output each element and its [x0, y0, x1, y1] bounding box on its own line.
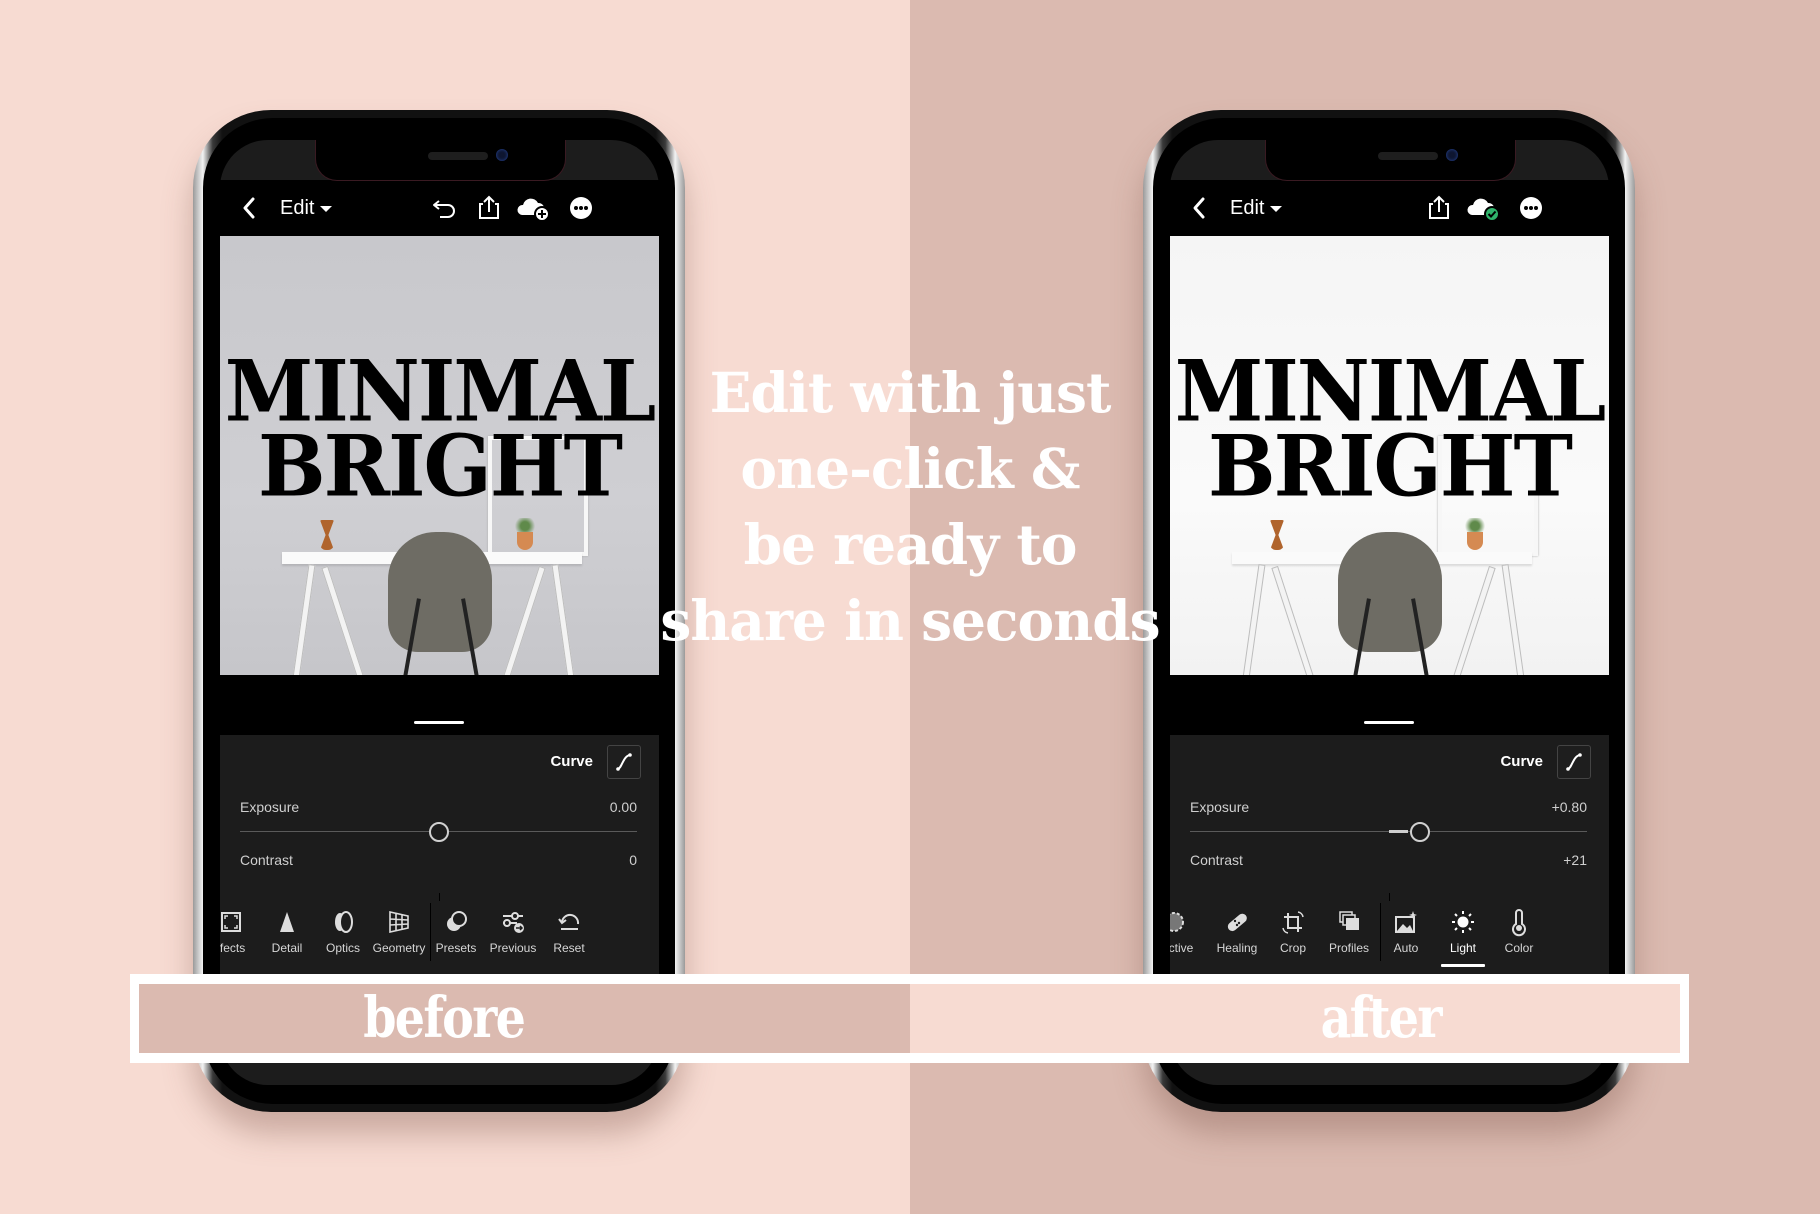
desk-leg: [551, 564, 576, 675]
exposure-value: 0.00: [609, 799, 637, 815]
undo-button[interactable]: [430, 193, 460, 223]
color-icon: [1512, 909, 1526, 937]
cloud-synced-icon: [1467, 198, 1500, 222]
contrast-value: 0: [629, 852, 637, 868]
curve-label: Curve: [550, 753, 593, 770]
reset-icon: [558, 913, 580, 930]
headline: Edit with just one-click & be ready to s…: [660, 355, 1160, 659]
exposure-label: Exposure: [1190, 799, 1250, 815]
curve-button[interactable]: [1557, 745, 1591, 779]
share-icon: [1429, 195, 1449, 219]
photo-title-line2: BRIGHT: [258, 416, 623, 516]
screen: Edit MINIMAL BRIGHT Curve Exposure 0.00 …: [220, 140, 659, 1085]
phone-after: Edit MINIMAL BRIGHT Curve Exposure +0.80…: [1143, 110, 1635, 1112]
edit-mode-dropdown[interactable]: Edit: [280, 195, 333, 221]
cloud-sync-button[interactable]: [1466, 193, 1502, 223]
contrast-slider-center-tick: [439, 893, 440, 901]
exposure-slider-fill: [1388, 830, 1409, 833]
headline-line: Edit with just: [709, 360, 1112, 425]
caret-down-icon: [320, 205, 333, 212]
tool-label: Reset: [553, 941, 585, 955]
contrast-slider-center-tick: [1389, 893, 1390, 901]
more-button[interactable]: [1516, 193, 1546, 223]
front-camera: [1446, 149, 1458, 161]
panel-drag-handle[interactable]: [414, 721, 464, 724]
photo-preview[interactable]: MINIMAL BRIGHT: [220, 236, 659, 675]
before-label: before: [363, 985, 526, 1051]
undo-icon: [433, 200, 455, 218]
curve-label: Curve: [1500, 753, 1543, 770]
headline-line: be ready to: [743, 512, 1078, 577]
photo-preview[interactable]: MINIMAL BRIGHT: [1170, 236, 1609, 675]
share-button[interactable]: [474, 193, 504, 223]
front-camera: [496, 149, 508, 161]
speaker: [1378, 152, 1438, 160]
exposure-slider[interactable]: [1190, 822, 1587, 842]
share-button[interactable]: [1424, 193, 1454, 223]
desk-leg: [321, 565, 366, 675]
chevron-left-icon: [1193, 197, 1205, 219]
contrast-label: Contrast: [1190, 852, 1243, 868]
more-icon: [1520, 197, 1542, 219]
cloud-add-icon: [517, 198, 550, 222]
tool-label: Color: [1504, 941, 1534, 955]
copper-pot: [1467, 532, 1483, 550]
headline-line: one-click &: [740, 436, 1080, 501]
after-label: after: [1320, 985, 1443, 1051]
app-bar: Edit: [220, 180, 659, 236]
desk-leg: [1501, 564, 1526, 675]
notch: [1265, 140, 1516, 181]
caret-down-icon: [1270, 205, 1283, 212]
chevron-left-icon: [243, 197, 255, 219]
vase: [1270, 520, 1284, 550]
copper-pot: [517, 532, 533, 550]
panel-drag-area: [1170, 675, 1609, 735]
app-bar: Edit: [1170, 180, 1609, 236]
edit-label: Edit: [280, 197, 315, 219]
more-button[interactable]: [566, 193, 596, 223]
curve-icon: [1566, 753, 1582, 771]
chair: [388, 532, 492, 652]
desk-leg: [1241, 564, 1266, 675]
headline-line: share in seconds: [660, 588, 1160, 653]
desk-leg: [501, 565, 546, 675]
panel-drag-handle[interactable]: [1364, 721, 1414, 724]
contrast-value: +21: [1563, 852, 1587, 868]
back-button[interactable]: [1188, 194, 1210, 222]
speaker: [428, 152, 488, 160]
desk-leg: [291, 564, 316, 675]
tool-color[interactable]: Color: [1486, 901, 1552, 965]
edit-label: Edit: [1230, 197, 1265, 219]
chair: [1338, 532, 1442, 652]
contrast-label: Contrast: [240, 852, 293, 868]
curve-icon: [616, 753, 632, 771]
banner-before-section: before: [139, 984, 910, 1053]
desk-leg: [1451, 565, 1496, 675]
cloud-sync-button[interactable]: [516, 193, 552, 223]
desk-leg: [1271, 565, 1316, 675]
edit-mode-dropdown[interactable]: Edit: [1230, 195, 1283, 221]
back-button[interactable]: [238, 194, 260, 222]
share-icon: [479, 195, 499, 219]
vase: [320, 520, 334, 550]
exposure-value: +0.80: [1551, 799, 1587, 815]
curve-button[interactable]: [607, 745, 641, 779]
exposure-slider-knob[interactable]: [428, 822, 449, 842]
exposure-slider[interactable]: [240, 822, 637, 842]
edit-toolbar: ffects Detail Optics Geometry Prese: [220, 901, 659, 981]
panel-drag-area: [220, 675, 659, 735]
photo-title-line2: BRIGHT: [1208, 416, 1573, 516]
tool-reset[interactable]: Reset: [536, 901, 602, 965]
before-after-banner: before after: [130, 974, 1689, 1063]
screen: Edit MINIMAL BRIGHT Curve Exposure +0.80…: [1170, 140, 1609, 1085]
phone-before: Edit MINIMAL BRIGHT Curve Exposure 0.00 …: [193, 110, 685, 1112]
edit-toolbar: ctive Healing Crop Profiles Auto Light C…: [1170, 901, 1609, 981]
exposure-label: Exposure: [240, 799, 300, 815]
notch: [315, 140, 566, 181]
more-icon: [570, 197, 592, 219]
exposure-slider-knob[interactable]: [1410, 822, 1431, 842]
active-tab-indicator: [1441, 964, 1485, 967]
banner-after-section: after: [910, 984, 1680, 1053]
